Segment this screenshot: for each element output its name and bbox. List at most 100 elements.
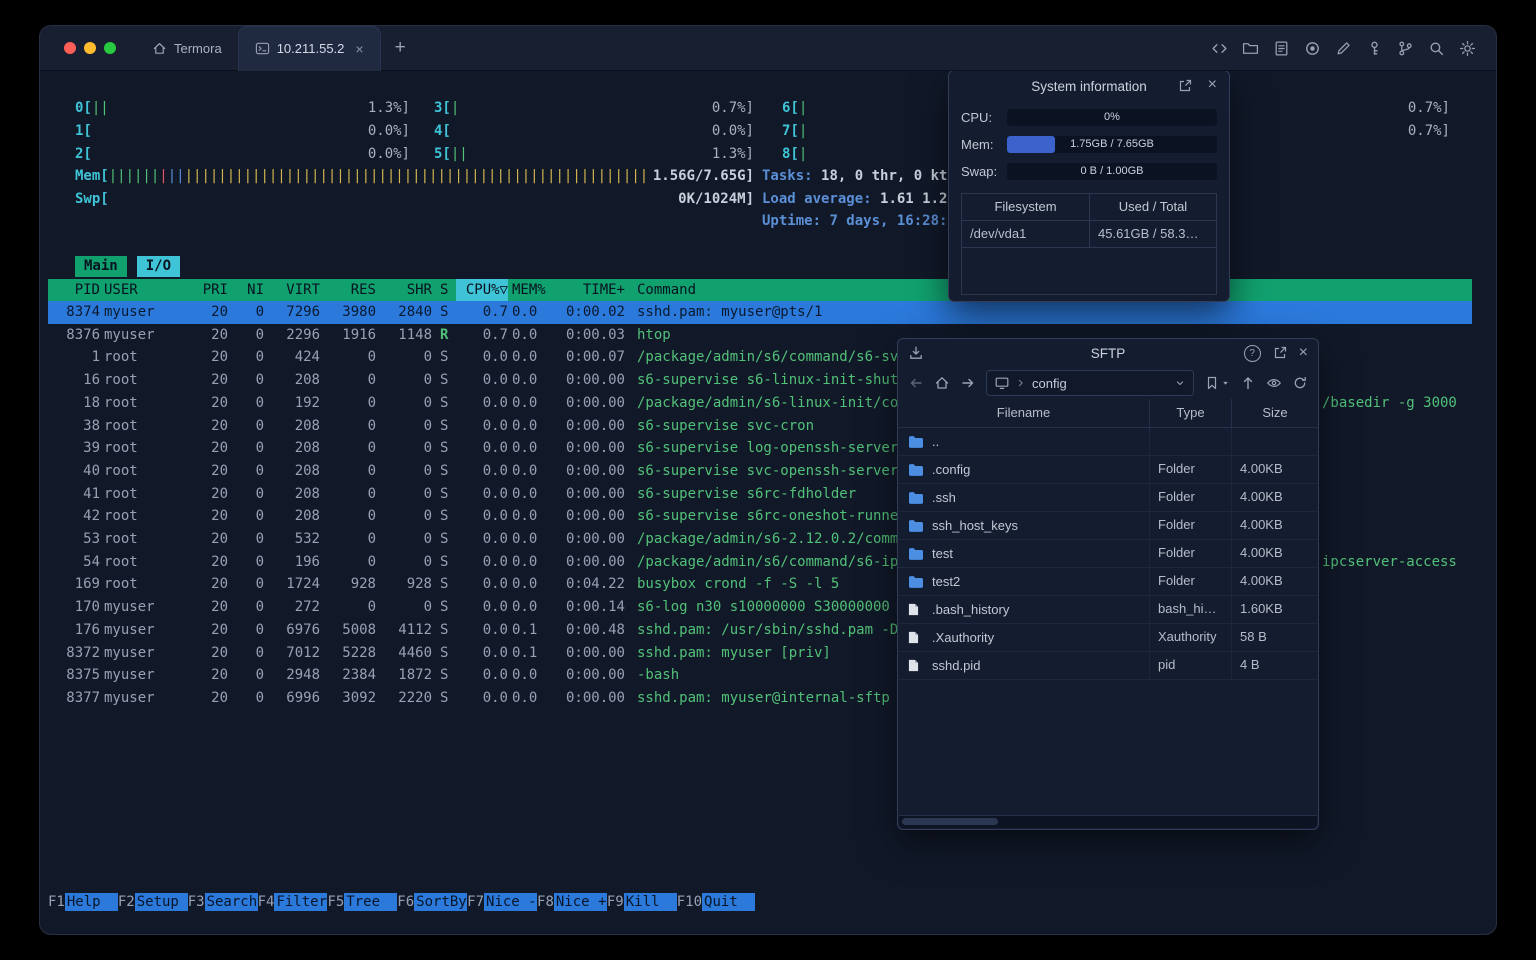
show-hidden-files-icon[interactable] <box>1266 375 1282 391</box>
column-pri[interactable]: PRI <box>180 279 228 302</box>
close-tab-icon[interactable]: × <box>355 42 363 56</box>
process-cell: myuser <box>104 689 155 706</box>
fkey-filter[interactable]: Filter <box>274 893 328 911</box>
fkey-quit[interactable]: Quit <box>702 893 756 911</box>
column-size[interactable]: Size <box>1231 399 1318 427</box>
process-cell: 928 <box>350 576 376 593</box>
file-row[interactable]: ssh_host_keys Folder 4.00KB <box>898 512 1318 540</box>
caret-down-icon[interactable] <box>1221 375 1230 391</box>
new-tab-button[interactable]: + <box>381 37 420 59</box>
back-icon[interactable] <box>908 375 924 391</box>
process-cell: 4112 <box>398 621 432 638</box>
process-cell: 20 <box>211 553 228 570</box>
file-row[interactable]: .bash_history bash_hi… 1.60KB <box>898 596 1318 624</box>
minimize-window-button[interactable] <box>84 42 96 54</box>
folder-icon[interactable] <box>1242 40 1259 57</box>
fkey-setup[interactable]: Setup <box>134 893 188 911</box>
tab-termora[interactable]: Termora <box>136 26 238 70</box>
process-cell: 54 <box>83 553 100 570</box>
column-cpu[interactable]: CPU%▽ <box>456 279 508 302</box>
search-icon[interactable] <box>1428 40 1445 57</box>
scrollbar-thumb[interactable] <box>902 818 998 825</box>
column-user[interactable]: USER <box>100 279 180 302</box>
fkey-sortby[interactable]: SortBy <box>414 893 468 911</box>
fkey-number: F6 <box>397 894 415 910</box>
forward-icon[interactable] <box>960 375 976 391</box>
tab-ssh-session[interactable]: 10.211.55.2 × <box>237 26 381 71</box>
process-cell: 0:00.00 <box>565 644 625 661</box>
process-cell: R <box>440 326 449 343</box>
record-icon[interactable] <box>1304 40 1321 57</box>
terminal-text-fragment: ipcserver-access <box>1322 553 1457 570</box>
fkey-nice[interactable]: Nice + <box>553 893 607 911</box>
file-row[interactable]: test Folder 4.00KB <box>898 540 1318 568</box>
code-icon[interactable] <box>1211 40 1228 57</box>
open-in-window-icon[interactable] <box>1177 78 1193 94</box>
column-res[interactable]: RES <box>320 279 376 302</box>
column-used-total: Used / Total <box>1089 194 1216 220</box>
git-branch-icon[interactable] <box>1397 40 1414 57</box>
cpu-meter-label: 8[ <box>782 146 799 162</box>
column-type[interactable]: Type <box>1149 399 1231 427</box>
file-row[interactable]: .Xauthority Xauthority 58 B <box>898 624 1318 652</box>
process-cell: 0 <box>255 462 264 479</box>
fkey-nice[interactable]: Nice - <box>484 893 538 911</box>
bookmark-icon[interactable] <box>1204 375 1220 391</box>
fkey-kill[interactable]: Kill <box>623 893 677 911</box>
column-pid[interactable]: PID <box>48 279 100 302</box>
close-panel-icon[interactable]: × <box>1208 77 1217 93</box>
fkey-tree[interactable]: Tree <box>344 893 398 911</box>
zoom-window-button[interactable] <box>104 42 116 54</box>
process-cell: 0:00.00 <box>565 667 625 684</box>
home-icon[interactable] <box>934 375 950 391</box>
refresh-icon[interactable] <box>1292 375 1308 391</box>
screen-tab-io[interactable]: I/O <box>136 256 181 277</box>
fkey-help[interactable]: Help <box>64 893 118 911</box>
column-mem[interactable]: MEM% <box>508 279 548 302</box>
horizontal-scrollbar[interactable] <box>899 815 1317 828</box>
column-filename[interactable]: Filename <box>898 399 1149 427</box>
path-breadcrumb[interactable]: config <box>986 370 1194 396</box>
process-cell: 0.7 <box>482 304 508 320</box>
column-shr[interactable]: SHR <box>376 279 432 302</box>
htop-screen-tabs: Main I/O <box>75 256 181 277</box>
chevron-down-icon[interactable] <box>1174 377 1186 389</box>
key-icon[interactable] <box>1366 40 1383 57</box>
help-icon[interactable]: ? <box>1243 344 1261 362</box>
process-cell: 20 <box>211 621 228 638</box>
process-cell: 0:00.00 <box>565 553 625 570</box>
fkey-search[interactable]: Search <box>204 893 258 911</box>
process-cell: 6996 <box>286 689 320 706</box>
file-row[interactable]: test2 Folder 4.00KB <box>898 568 1318 596</box>
file-row[interactable]: .. <box>898 428 1318 456</box>
cpu-meter-label: 7[ <box>782 123 799 139</box>
edit-icon[interactable] <box>1335 40 1352 57</box>
process-cell: 0.7 <box>482 326 508 343</box>
file-name-cell: test <box>898 540 1149 567</box>
process-row[interactable]: 8374 myuser 20 0 7296 3980 2840 S 0.7 0.0 0:00.02 s… <box>48 301 1472 324</box>
settings-icon[interactable] <box>1459 40 1476 57</box>
file-type: pid <box>1149 652 1231 679</box>
process-cell: 5228 <box>342 644 376 661</box>
table-row[interactable]: /dev/vda1 45.61GB / 58.3… <box>962 221 1216 248</box>
logs-icon[interactable] <box>1273 40 1290 57</box>
process-cell: 8375 <box>66 667 100 684</box>
column-time[interactable]: TIME+ <box>548 279 625 302</box>
file-row[interactable]: .config Folder 4.00KB <box>898 456 1318 484</box>
close-panel-icon[interactable]: × <box>1299 345 1308 361</box>
file-row[interactable]: .ssh Folder 4.00KB <box>898 484 1318 512</box>
file-row[interactable]: sshd.pid pid 4 B <box>898 652 1318 680</box>
process-cell: 0 <box>423 417 432 434</box>
screen-tab-main[interactable]: Main <box>75 256 127 277</box>
column-ni[interactable]: NI <box>228 279 264 302</box>
process-cell: 0 <box>367 394 376 411</box>
column-virt[interactable]: VIRT <box>264 279 320 302</box>
column-s[interactable]: S <box>432 279 456 302</box>
cpu-meter-bar: | <box>798 146 808 162</box>
close-window-button[interactable] <box>64 42 76 54</box>
folder-icon <box>908 491 924 505</box>
stat-value: 7 days, 16:28:15 <box>829 213 965 229</box>
file-name-cell: .. <box>898 428 1149 455</box>
open-in-window-icon[interactable] <box>1272 345 1288 361</box>
parent-directory-icon[interactable] <box>1240 375 1256 391</box>
